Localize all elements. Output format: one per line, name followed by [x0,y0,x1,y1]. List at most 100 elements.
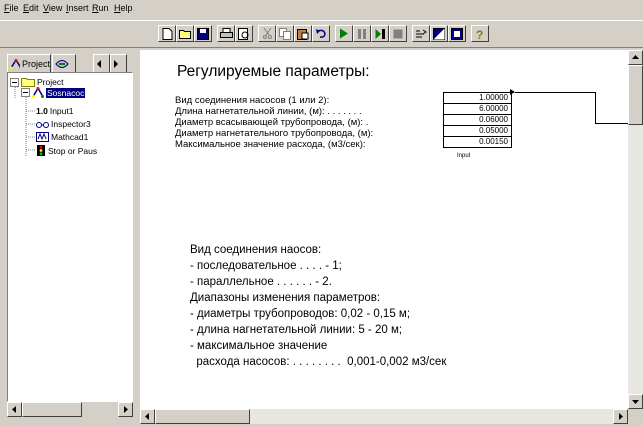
run-button[interactable] [335,25,353,42]
help-icon: ? [475,28,485,40]
print-preview-button[interactable] [235,25,253,42]
print-button[interactable] [217,25,235,42]
menu-file[interactable]: File [4,3,19,13]
input-field-max-flow[interactable]: 0.00150 [444,137,511,147]
tab-palette[interactable] [52,54,76,72]
pause-icon [357,29,367,39]
collapse-box-icon[interactable] [21,88,30,97]
cut-icon [262,28,273,39]
description-line: - параллельное . . . . . . - 2. [190,276,332,288]
input-field-suction-diameter[interactable]: 0.06000 [444,115,511,126]
open-button[interactable] [176,25,194,42]
folder-icon [21,77,35,87]
tree-item-sosnacoc[interactable]: Sosnacoc [21,87,85,98]
save-button[interactable] [194,25,212,42]
description-line: - длина нагнетательной линии: 5 - 20 м; [190,324,402,336]
step-icon [375,29,386,39]
arrow-down-icon [629,395,642,408]
tree-item-inspector3[interactable]: Inspector3 [36,119,91,129]
undo-button[interactable] [312,25,330,42]
print-icon [220,28,233,39]
input-field-discharge-length[interactable]: 6.00000 [444,104,511,115]
input-icon: 1.0 [36,106,48,116]
menu-view[interactable]: View [43,3,62,13]
project-tree: Project Sosnacoc 1.0 Input1 Inspector3 M… [7,72,133,402]
paste-button[interactable] [294,25,312,42]
tree-item-input1[interactable]: 1.0 Input1 [36,106,73,116]
collapse-box-icon[interactable] [10,78,19,87]
tree-item-label: Sosnacoc [46,88,85,98]
pause-button[interactable] [353,25,371,42]
scroll-thumb[interactable] [155,409,250,424]
stop-icon [393,29,403,39]
step-button[interactable] [371,25,389,42]
tree-horizontal-scrollbar[interactable] [7,402,133,417]
description-line: Вид соединения наосов: [190,244,321,256]
page-title: Регулируемые параметры: [177,63,370,81]
run-icon [339,28,349,39]
arrow-left-icon [8,403,21,416]
traffic-light-icon [36,145,46,156]
scroll-thumb[interactable] [628,65,643,125]
document-area: Регулируемые параметры: Вид соединения н… [140,50,643,424]
tree-item-mathcad1[interactable]: Mathcad1 [36,132,88,142]
new-doc-button[interactable] [158,25,176,42]
tree-item-project[interactable]: Project [10,77,63,87]
param-label-discharge-length: Длина нагнетательной линии, (м): . . . .… [175,106,362,117]
fill-color-icon [433,28,445,40]
tab-project[interactable]: Project [7,54,51,72]
connection-wire-lower [595,123,628,124]
copy-button[interactable] [276,25,294,42]
vertical-scrollbar[interactable] [628,50,643,409]
param-label-discharge-diameter: Диаметр нагнетательного трубопровода, (м… [175,128,373,139]
stop-button[interactable] [389,25,407,42]
tab-scroll-right-button[interactable] [110,54,127,72]
menu-edit[interactable]: Edit [23,3,39,13]
copy-icon [279,28,291,40]
input-field-discharge-diameter[interactable]: 0.05000 [444,126,511,137]
fill-color-button[interactable] [430,25,448,42]
scroll-left-button[interactable] [7,402,22,417]
tab-scroll-left-button[interactable] [93,54,110,72]
undo-icon [316,29,327,39]
scroll-thumb[interactable] [22,402,82,417]
menu-run[interactable]: Run [92,3,109,13]
mathcad-icon [36,132,49,142]
cut-button[interactable] [258,25,276,42]
project-icon [10,59,20,69]
scroll-down-button[interactable] [628,394,643,409]
align-button[interactable] [412,25,430,42]
scroll-left-button[interactable] [140,409,155,424]
scroll-right-button[interactable] [118,402,133,417]
menu-bar: File Edit View Insert Run Help [0,0,643,18]
horizontal-scrollbar[interactable] [140,409,628,424]
network-icon [32,87,44,98]
tree-item-label: Project [37,77,63,87]
tree-item-stop-or-pause[interactable]: Stop or Paus [36,145,97,156]
scroll-up-button[interactable] [628,50,643,65]
menu-file-label: File [4,3,19,13]
help-button[interactable]: ? [471,25,489,42]
project-panel: Project Project Sosnacoc 1.0 Input1 [3,50,137,422]
description-line: Диапазоны изменения параметров: [190,292,380,304]
description-line: - последовательное . . . . - 1; [190,260,342,272]
tree-item-label: Input1 [50,106,74,116]
param-label-suction-diameter: Диаметр всасывающей трубопровода, (м): . [175,117,368,128]
paste-icon [297,28,309,40]
arrow-up-icon [629,51,642,64]
menu-run-label: Run [92,3,109,13]
arrow-left-icon [96,60,102,68]
tree-item-label: Inspector3 [51,119,91,129]
inspector-icon [36,120,49,129]
menu-help[interactable]: Help [114,3,133,13]
fill-dark-button[interactable] [448,25,466,42]
arrow-right-icon [119,403,132,416]
scroll-right-button[interactable] [613,409,628,424]
description-line: расхода насосов: . . . . . . . . 0,001-0… [190,356,446,368]
menu-insert[interactable]: Insert [66,3,89,13]
menu-help-label: Help [114,3,133,13]
input-field-connection-type[interactable]: 1.00000 [444,93,511,104]
arrow-right-icon [614,410,627,423]
description-line: - максимальное значение [190,340,327,352]
connection-wire-vertical [595,92,596,124]
